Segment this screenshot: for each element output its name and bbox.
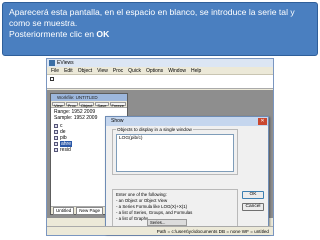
menu-window[interactable]: Window <box>168 67 186 74</box>
ok-emphasis: OK <box>96 29 110 39</box>
menu-file[interactable]: File <box>51 67 59 74</box>
tab-new-page[interactable]: New Page <box>76 206 104 215</box>
app-title: EViews <box>57 60 74 66</box>
instruction-banner: Aparecerá esta pantalla, en el espacio e… <box>2 2 318 56</box>
cancel-button[interactable]: Cancel <box>242 203 264 211</box>
menu-view[interactable]: View <box>97 67 108 74</box>
menu-edit[interactable]: Edit <box>64 67 73 74</box>
menu-proc[interactable]: Proc <box>113 67 123 74</box>
workfile-toolbar: View Proc Object Save Freeze <box>51 101 127 108</box>
objects-input[interactable]: LOG(pib/c) <box>116 134 234 172</box>
command-window[interactable] <box>47 75 273 89</box>
coef-icon <box>54 124 58 128</box>
wf-save-button[interactable]: Save <box>95 102 109 108</box>
status-path: Path = c:\users\yo\documents DB = none W… <box>156 229 269 234</box>
app-title-bar: EViews <box>47 59 273 67</box>
command-cursor-icon <box>50 77 54 81</box>
workspace: Workfile: UNTITLED View Proc Object Save… <box>47 90 273 234</box>
ok-button[interactable]: OK <box>242 191 264 199</box>
series-icon <box>54 148 58 152</box>
series-icon <box>54 136 58 140</box>
dialog-title: Show <box>111 118 124 124</box>
series-icon <box>54 142 58 146</box>
objects-group-label: Objects to display in a single window <box>116 127 193 132</box>
tab-untitled[interactable]: Untitled <box>53 206 75 215</box>
show-dialog: Show ✕ Objects to display in a single wi… <box>105 116 269 234</box>
menu-bar: File Edit Object View Proc Quick Options… <box>47 67 273 75</box>
menu-help[interactable]: Help <box>191 67 201 74</box>
eviews-icon <box>49 60 55 66</box>
wf-freeze-button[interactable]: Freeze <box>109 102 126 108</box>
series-icon <box>54 130 58 134</box>
instruction-text-2: Posteriormente clic en OK <box>9 29 110 39</box>
eviews-window: EViews File Edit Object View Proc Quick … <box>46 58 274 236</box>
close-icon[interactable]: ✕ <box>258 118 267 125</box>
wf-object-button[interactable]: Object <box>78 102 95 108</box>
menu-quick[interactable]: Quick <box>128 67 141 74</box>
status-bar: Series... Path = c:\users\yo\documents D… <box>47 219 273 235</box>
menu-options[interactable]: Options <box>146 67 163 74</box>
dialog-title-bar: Show ✕ <box>106 117 268 126</box>
instruction-text: Aparecerá esta pantalla, en el espacio e… <box>9 7 295 28</box>
objects-group: Objects to display in a single window LO… <box>112 127 238 175</box>
workfile-title: Workfile: UNTITLED <box>51 94 127 101</box>
menu-object[interactable]: Object <box>78 67 92 74</box>
wf-view-button[interactable]: View <box>52 102 65 108</box>
wf-proc-button[interactable]: Proc <box>65 102 78 108</box>
task-button[interactable]: Series... <box>147 219 187 226</box>
